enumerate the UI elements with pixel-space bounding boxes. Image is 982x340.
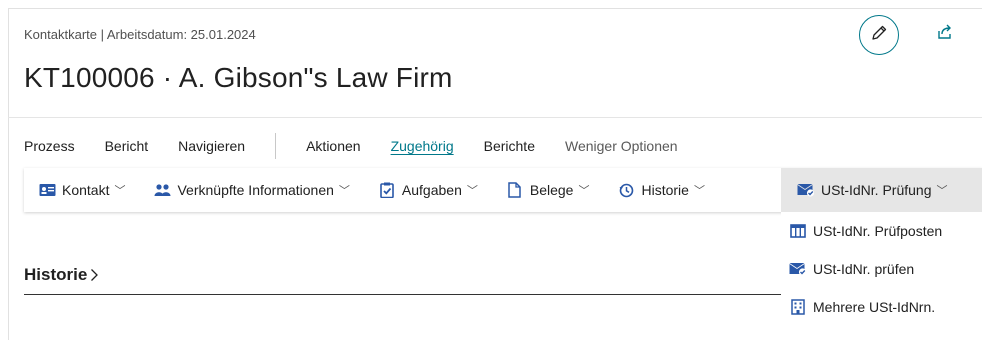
tab-navigieren[interactable]: Navigieren [178,138,245,154]
menu-item-label: USt-IdNr. prüfen [813,261,915,277]
historie-label: Historie [641,182,689,198]
pencil-icon [870,24,888,47]
fewer-options-button[interactable]: Weniger Optionen [565,138,678,154]
tab-berichte[interactable]: Berichte [484,138,535,154]
share-button[interactable] [933,22,957,46]
share-icon [936,23,954,46]
chevron-down-icon: ﹀ [338,185,350,197]
kontakt-label: Kontakt [62,182,110,198]
menu-item-mehrere-ust-idnrn[interactable]: Mehrere USt-IdNrn. [781,288,982,326]
ust-idnr-pruefung-label: USt-IdNr. Prüfung [821,182,932,198]
chevron-down-icon: ﹀ [936,185,948,197]
envelope-check-icon [789,261,807,277]
kontakt-menu[interactable]: Kontakt ﹀ [24,168,139,212]
section-title: Historie [24,265,88,284]
aufgaben-menu[interactable]: Aufgaben ﹀ [364,168,492,212]
history-icon [617,182,635,198]
contact-card-icon [38,182,56,198]
page-title: KT100006 · A. Gibson"s Law Firm [24,62,453,93]
tab-separator [275,133,277,159]
breadcrumb: Kontaktkarte | Arbeitsdatum: 25.01.2024 [24,27,256,42]
tab-zugehoerig[interactable]: Zugehörig [391,138,454,154]
action-bar: Prozess Bericht Navigieren Aktionen Zuge… [24,133,708,159]
menu-item-label: USt-IdNr. Prüfposten [813,223,943,239]
clipboard-check-icon [378,182,396,198]
chevron-down-icon: ﹀ [578,185,590,197]
table-icon [789,223,807,239]
ust-idnr-dropdown-menu: USt-IdNr. Prüfposten USt-IdNr. prüfen Me… [781,212,982,326]
people-icon [153,182,171,198]
tab-bericht[interactable]: Bericht [105,138,149,154]
related-actions-bar: Kontakt ﹀ Verknüpfte Informationen ﹀ Auf… [24,168,982,212]
verknuepfte-informationen-label: Verknüpfte Informationen [177,182,334,198]
tab-aktionen[interactable]: Aktionen [306,138,360,154]
chevron-down-icon: ﹀ [466,185,478,197]
divider [8,117,982,118]
building-icon [789,299,807,315]
verknuepfte-informationen-menu[interactable]: Verknüpfte Informationen ﹀ [139,168,363,212]
envelope-check-icon [797,182,815,198]
belege-menu[interactable]: Belege ﹀ [492,168,604,212]
ust-idnr-pruefung-menu[interactable]: USt-IdNr. Prüfung ﹀ [781,168,982,212]
edit-button[interactable] [859,15,899,55]
belege-label: Belege [529,182,574,198]
menu-item-label: Mehrere USt-IdNrn. [813,299,936,315]
menu-item-ust-idnr-pruefposten[interactable]: USt-IdNr. Prüfposten [781,212,982,250]
chevron-down-icon: ﹀ [114,185,126,197]
tab-prozess[interactable]: Prozess [24,138,75,154]
chevron-right-icon [90,268,99,282]
aufgaben-label: Aufgaben [401,182,462,198]
document-icon [506,182,524,198]
historie-menu[interactable]: Historie ﹀ [603,168,718,212]
section-divider [24,294,781,295]
chevron-down-icon: ﹀ [693,185,705,197]
historie-section-header[interactable]: Historie [24,265,99,285]
menu-item-ust-idnr-pruefen[interactable]: USt-IdNr. prüfen [781,250,982,288]
